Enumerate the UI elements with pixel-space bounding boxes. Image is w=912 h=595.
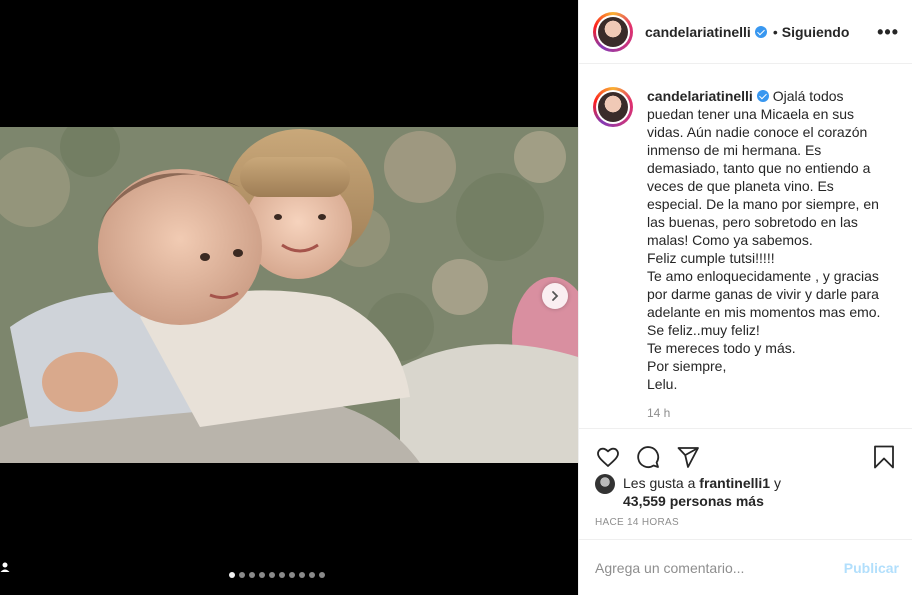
carousel-dot — [269, 572, 275, 578]
more-options-icon[interactable]: ••• — [877, 22, 899, 43]
carousel-dot — [259, 572, 265, 578]
paper-plane-icon — [677, 446, 699, 468]
liker-avatar[interactable] — [595, 474, 615, 494]
carousel-dot — [289, 572, 295, 578]
header-separator: • — [772, 23, 778, 40]
posted-timestamp[interactable]: HACE 14 HORAS — [595, 517, 679, 528]
carousel-dot — [239, 572, 245, 578]
caption-body: candelariatinelli Ojalá todos puedan ten… — [647, 87, 887, 427]
caption-section: candelariatinelli Ojalá todos puedan ten… — [579, 65, 912, 427]
likes-prefix: Les gusta a — [623, 475, 700, 491]
avatar[interactable] — [593, 11, 633, 52]
comment-input[interactable] — [595, 559, 844, 576]
bookmark-icon — [874, 445, 894, 468]
chevron-right-icon — [552, 291, 559, 301]
post-actions — [579, 428, 912, 474]
caption-text: candelariatinelli Ojalá todos puedan ten… — [647, 87, 887, 393]
post-header: candelariatinelli • Siguiendo ••• — [579, 0, 912, 64]
likes-text: Les gusta a frantinelli1 y 43,559 person… — [623, 474, 781, 510]
heart-icon — [597, 447, 619, 467]
caption-username[interactable]: candelariatinelli — [647, 88, 753, 104]
save-button[interactable] — [871, 444, 897, 470]
comment-bubble-icon — [637, 445, 660, 468]
carousel-dot — [309, 572, 315, 578]
header-username[interactable]: candelariatinelli — [645, 24, 751, 40]
carousel-dot — [299, 572, 305, 578]
avatar-border — [596, 14, 630, 49]
post-media — [0, 0, 578, 595]
likes-count[interactable]: 43,559 personas más — [623, 493, 764, 509]
like-button[interactable] — [595, 444, 621, 470]
comment-form: Publicar — [579, 539, 912, 595]
publish-button[interactable]: Publicar — [844, 560, 899, 576]
carousel-dot — [279, 572, 285, 578]
likes-summary: Les gusta a frantinelli1 y 43,559 person… — [595, 474, 895, 510]
comment-button[interactable] — [635, 444, 661, 470]
user-tag-icon — [0, 562, 10, 572]
caption-content: Ojalá todos puedan tener una Micaela en … — [647, 88, 881, 392]
caption-verified-badge-icon — [756, 90, 769, 102]
caption-timestamp[interactable]: 14 h — [647, 404, 887, 422]
carousel-indicator — [229, 572, 325, 578]
tagged-users-button[interactable] — [0, 561, 14, 575]
carousel-next-button[interactable] — [542, 283, 568, 309]
following-button[interactable]: Siguiendo — [782, 24, 850, 40]
carousel-dot — [229, 572, 235, 578]
caption-avatar[interactable] — [593, 87, 633, 127]
caption-avatar-border — [596, 90, 630, 124]
likes-connector: y — [770, 475, 781, 491]
photo-illustration — [0, 127, 578, 463]
caption-avatar-image — [598, 92, 628, 122]
verified-badge-icon — [754, 25, 767, 38]
post-photo[interactable] — [0, 127, 578, 463]
avatar-image — [598, 16, 628, 47]
share-button[interactable] — [675, 444, 701, 470]
post-side-panel: candelariatinelli • Siguiendo ••• candel… — [578, 0, 912, 595]
carousel-dot — [249, 572, 255, 578]
carousel-dot — [319, 572, 325, 578]
liker-username[interactable]: frantinelli1 — [699, 475, 770, 491]
